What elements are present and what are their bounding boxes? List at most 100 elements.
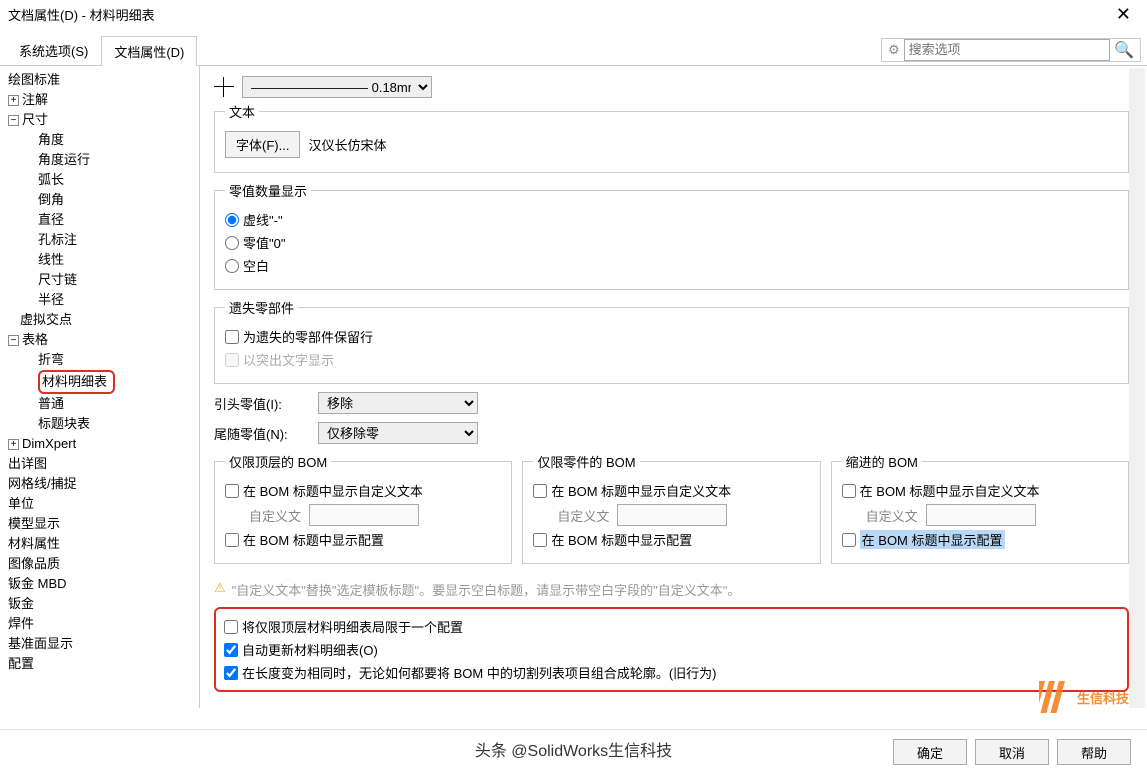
chk-custom-text[interactable] bbox=[225, 484, 239, 498]
radio-zero[interactable] bbox=[225, 236, 239, 250]
content-panel: ————————— 0.18mm 文本 字体(F)... 汉仪长仿宋体 零值数量… bbox=[200, 66, 1147, 708]
chk-label: 在 BOM 标题中显示自定义文本 bbox=[551, 481, 731, 500]
collapse-icon[interactable]: − bbox=[8, 335, 19, 346]
window-title: 文档属性(D) - 材料明细表 bbox=[8, 5, 155, 24]
chk-label: 在长度变为相同时，无论如何都要将 BOM 中的切割列表项目组合成轮廓。(旧行为) bbox=[242, 663, 717, 682]
tree-item[interactable]: 普通 bbox=[6, 394, 199, 414]
chk-auto-update-bom[interactable] bbox=[224, 643, 238, 657]
tab-document-properties[interactable]: 文档属性(D) bbox=[101, 36, 197, 66]
tree-item[interactable]: 直径 bbox=[6, 210, 199, 230]
cancel-button[interactable]: 取消 bbox=[975, 739, 1049, 765]
bom-indented-group: 缩进的 BOM 在 BOM 标题中显示自定义文本 自定义文 在 BOM 标题中显… bbox=[831, 452, 1129, 564]
chk-label: 在 BOM 标题中显示配置 bbox=[551, 530, 692, 549]
scrollbar[interactable] bbox=[1129, 68, 1145, 708]
chk-combine-cutlist[interactable] bbox=[224, 666, 238, 680]
bom-parts-only-group: 仅限零件的 BOM 在 BOM 标题中显示自定义文本 自定义文 在 BOM 标题… bbox=[522, 452, 820, 564]
tree-nav[interactable]: 绘图标准 +注解 −尺寸 角度 角度运行 弧长 倒角 直径 孔标注 线性 尺寸链… bbox=[0, 66, 200, 708]
text-group: 文本 字体(F)... 汉仪长仿宋体 bbox=[214, 102, 1129, 173]
leading-zero-select[interactable]: 移除 bbox=[318, 392, 478, 414]
chk-label: 在 BOM 标题中显示配置 bbox=[860, 530, 1005, 549]
tree-item[interactable]: 绘图标准 bbox=[6, 70, 199, 90]
crosshair-icon[interactable] bbox=[214, 77, 234, 97]
ok-button[interactable]: 确定 bbox=[893, 739, 967, 765]
chk-custom-text[interactable] bbox=[533, 484, 547, 498]
tree-item[interactable]: 出详图 bbox=[6, 454, 199, 474]
radio-label: 空白 bbox=[243, 256, 269, 275]
chk-label: 将仅限顶层材料明细表局限于一个配置 bbox=[242, 617, 463, 636]
tree-item[interactable]: 标题块表 bbox=[6, 414, 199, 434]
highlighted-options: 将仅限顶层材料明细表局限于一个配置 自动更新材料明细表(O) 在长度变为相同时，… bbox=[214, 607, 1129, 692]
tree-item[interactable]: 倒角 bbox=[6, 190, 199, 210]
custom-text-input bbox=[309, 504, 419, 526]
bom-top-only-group: 仅限顶层的 BOM 在 BOM 标题中显示自定义文本 自定义文 在 BOM 标题… bbox=[214, 452, 512, 564]
chk-label: 以突出文字显示 bbox=[243, 350, 334, 369]
close-icon[interactable]: ✕ bbox=[1108, 4, 1139, 25]
zero-display-group: 零值数量显示 虚线"-" 零值"0" 空白 bbox=[214, 181, 1129, 290]
tree-item[interactable]: −尺寸 bbox=[6, 110, 199, 130]
tree-item[interactable]: +注解 bbox=[6, 90, 199, 110]
chk-show-config[interactable] bbox=[225, 533, 239, 547]
chk-label: 在 BOM 标题中显示自定义文本 bbox=[860, 481, 1040, 500]
radio-dash[interactable] bbox=[225, 213, 239, 227]
chk-restrict-one-config[interactable] bbox=[224, 620, 238, 634]
radio-label: 零值"0" bbox=[243, 233, 285, 252]
chk-label: 自动更新材料明细表(O) bbox=[242, 640, 378, 659]
expand-icon[interactable]: + bbox=[8, 439, 19, 450]
search-box[interactable]: ⚙ 🔍 bbox=[881, 38, 1141, 62]
tree-item[interactable]: 线性 bbox=[6, 250, 199, 270]
gear-icon: ⚙ bbox=[888, 42, 900, 58]
search-input[interactable] bbox=[904, 39, 1110, 61]
zero-legend: 零值数量显示 bbox=[225, 181, 311, 200]
subtext-label: 自定义文 bbox=[866, 506, 918, 525]
tree-item[interactable]: 单位 bbox=[6, 494, 199, 514]
tree-item[interactable]: 材料属性 bbox=[6, 534, 199, 554]
search-icon[interactable]: 🔍 bbox=[1114, 40, 1134, 60]
tree-item[interactable]: 折弯 bbox=[6, 350, 199, 370]
tree-item[interactable]: 虚拟交点 bbox=[6, 310, 199, 330]
line-weight-select[interactable]: ————————— 0.18mm bbox=[242, 76, 432, 98]
tree-item-bom[interactable]: 材料明细表 bbox=[6, 370, 199, 394]
warning-icon: ⚠ bbox=[214, 580, 226, 599]
tree-item[interactable]: 焊件 bbox=[6, 614, 199, 634]
chk-highlight-text bbox=[225, 353, 239, 367]
custom-text-input bbox=[617, 504, 727, 526]
trailing-zero-label: 尾随零值(N): bbox=[214, 424, 304, 443]
tree-item[interactable]: 弧长 bbox=[6, 170, 199, 190]
watermark-logo: 生信科技 bbox=[1039, 681, 1129, 713]
tree-item[interactable]: 配置 bbox=[6, 654, 199, 674]
help-button[interactable]: 帮助 bbox=[1057, 739, 1131, 765]
tree-item[interactable]: 孔标注 bbox=[6, 230, 199, 250]
tree-item[interactable]: 钣金 bbox=[6, 594, 199, 614]
tree-item[interactable]: 半径 bbox=[6, 290, 199, 310]
subtext-label: 自定义文 bbox=[557, 506, 609, 525]
font-button[interactable]: 字体(F)... bbox=[225, 131, 300, 158]
chk-keep-row[interactable] bbox=[225, 330, 239, 344]
chk-custom-text[interactable] bbox=[842, 484, 856, 498]
image-caption: 头条 @SolidWorks生信科技 bbox=[467, 735, 680, 763]
tree-item[interactable]: 图像品质 bbox=[6, 554, 199, 574]
group-legend: 缩进的 BOM bbox=[842, 452, 922, 471]
chk-show-config[interactable] bbox=[533, 533, 547, 547]
tree-item[interactable]: 角度运行 bbox=[6, 150, 199, 170]
missing-parts-group: 遗失零部件 为遗失的零部件保留行 以突出文字显示 bbox=[214, 298, 1129, 384]
tree-item[interactable]: 角度 bbox=[6, 130, 199, 150]
tree-item[interactable]: 网格线/捕捉 bbox=[6, 474, 199, 494]
chk-label: 在 BOM 标题中显示自定义文本 bbox=[243, 481, 423, 500]
tree-item[interactable]: 基准面显示 bbox=[6, 634, 199, 654]
trailing-zero-select[interactable]: 仅移除零 bbox=[318, 422, 478, 444]
font-name: 汉仪长仿宋体 bbox=[308, 135, 386, 154]
collapse-icon[interactable]: − bbox=[8, 115, 19, 126]
chk-label: 为遗失的零部件保留行 bbox=[243, 327, 373, 346]
radio-blank[interactable] bbox=[225, 259, 239, 273]
tree-item[interactable]: +DimXpert bbox=[6, 434, 199, 454]
custom-text-input bbox=[926, 504, 1036, 526]
expand-icon[interactable]: + bbox=[8, 95, 19, 106]
tree-item[interactable]: −表格 bbox=[6, 330, 199, 350]
tree-item[interactable]: 尺寸链 bbox=[6, 270, 199, 290]
tree-item[interactable]: 钣金 MBD bbox=[6, 574, 199, 594]
subtext-label: 自定义文 bbox=[249, 506, 301, 525]
tree-item[interactable]: 模型显示 bbox=[6, 514, 199, 534]
chk-show-config[interactable] bbox=[842, 533, 856, 547]
leading-zero-label: 引头零值(I): bbox=[214, 394, 304, 413]
tab-system-options[interactable]: 系统选项(S) bbox=[6, 35, 101, 65]
